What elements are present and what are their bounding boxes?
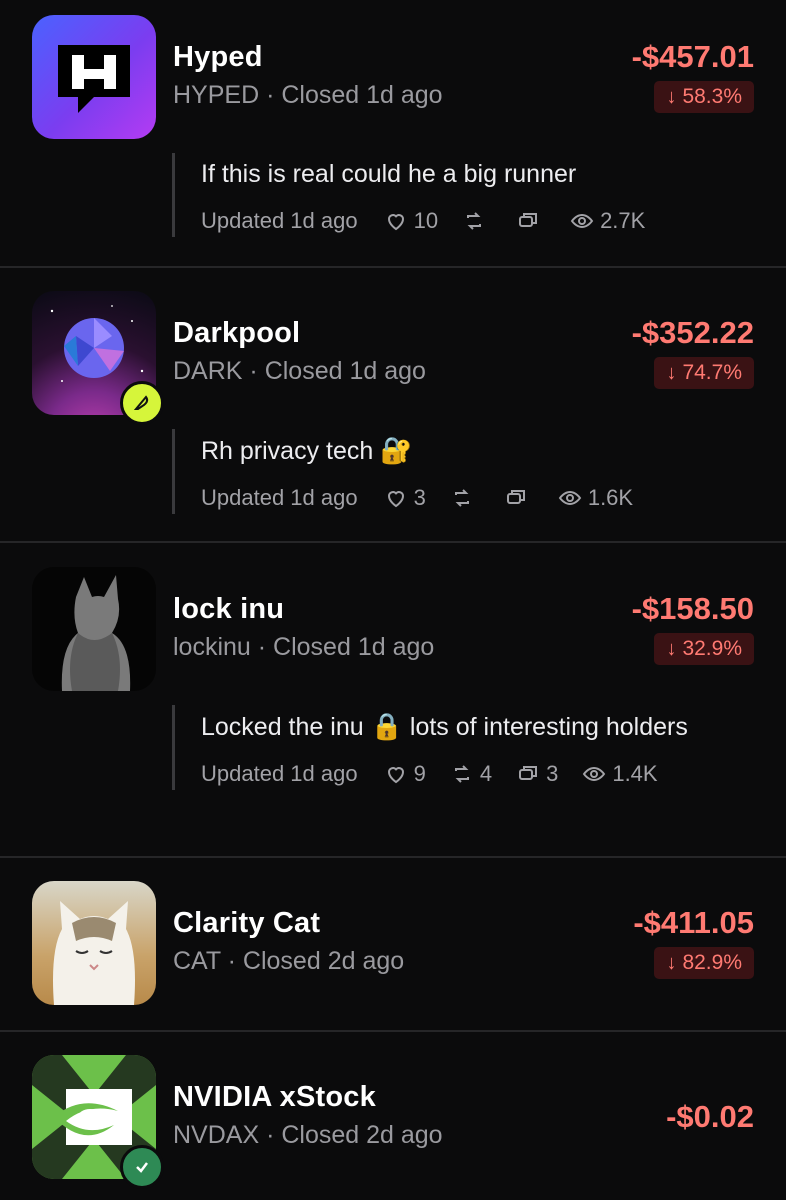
token-name[interactable]: Clarity Cat: [173, 907, 320, 940]
token-subtitle: DARK · Closed 1d ago: [173, 357, 426, 385]
token-subtitle: lockinu · Closed 1d ago: [173, 633, 435, 661]
closed-time: Closed 1d ago: [281, 81, 443, 109]
position-card[interactable]: Darkpool DARK · Closed 1d ago -$352.22 ↓…: [0, 291, 786, 514]
reply-button[interactable]: [504, 486, 534, 510]
closed-time: Closed 2d ago: [281, 1121, 443, 1149]
divider: [0, 1030, 786, 1032]
repost-button[interactable]: [450, 486, 480, 510]
reply-count: 3: [546, 761, 559, 786]
lock-key-emoji: 🔐: [380, 435, 413, 465]
comment-text: Rh privacy tech: [201, 437, 374, 465]
divider: [0, 266, 786, 268]
verified-badge-icon: [120, 1145, 164, 1189]
change-value: 82.9%: [682, 951, 742, 974]
view-count: 1.4K: [612, 761, 658, 786]
token-subtitle: NVDAX · Closed 2d ago: [173, 1121, 443, 1149]
eye-icon: [583, 766, 606, 782]
ticker: NVDAX: [173, 1121, 260, 1149]
comment-block: Locked the inu 🔒 lots of interesting hol…: [172, 705, 721, 790]
like-button[interactable]: 3: [384, 485, 426, 511]
heart-icon: [387, 767, 404, 784]
closed-time: Closed 2d ago: [242, 947, 405, 975]
position-card[interactable]: Clarity Cat CAT · Closed 2d ago -$411.05…: [0, 881, 786, 1007]
updated-time: Updated 1d ago: [201, 208, 358, 233]
pnl-value: -$411.05: [633, 905, 754, 940]
comment-text: Locked the inu: [201, 713, 364, 741]
divider: [0, 541, 786, 543]
reply-button[interactable]: [516, 209, 546, 233]
change-badge: ↓ 82.9%: [654, 947, 754, 979]
like-button[interactable]: 10: [384, 208, 438, 234]
token-subtitle: HYPED · Closed 1d ago: [173, 81, 443, 109]
comment-block: Rh privacy tech 🔐 Updated 1d ago 3 1.6K: [172, 429, 721, 514]
lock-emoji: 🔒: [370, 711, 403, 741]
position-card[interactable]: NVIDIA xStock NVDAX · Closed 2d ago -$0.…: [0, 1055, 786, 1189]
comment-text: If this is real could he a big runner: [201, 160, 577, 188]
repost-icon: [454, 765, 469, 783]
heart-icon: [387, 214, 404, 231]
updated-time: Updated 1d ago: [201, 485, 358, 510]
repost-icon: [467, 212, 482, 230]
token-name[interactable]: NVIDIA xStock: [173, 1081, 376, 1114]
views-stat: 1.6K: [558, 485, 633, 511]
view-count: 2.7K: [600, 208, 646, 233]
divider: [0, 856, 786, 858]
reply-button[interactable]: 3: [516, 761, 558, 787]
change-badge: ↓ 32.9%: [654, 633, 754, 665]
comment-text-tail: lots of interesting holders: [409, 713, 688, 741]
arrow-down-icon: ↓: [666, 361, 677, 384]
hyped-logo-avatar[interactable]: [32, 15, 156, 139]
updated-time: Updated 1d ago: [201, 761, 358, 786]
token-name[interactable]: Hyped: [173, 41, 263, 74]
repost-button[interactable]: 4: [450, 761, 492, 787]
change-value: 32.9%: [682, 637, 742, 660]
pnl-value: -$457.01: [631, 39, 754, 74]
reply-icon: [506, 490, 525, 504]
closed-time: Closed 1d ago: [273, 633, 435, 661]
ticker: DARK: [173, 357, 243, 385]
like-count: 3: [413, 485, 426, 510]
comment-block: If this is real could he a big runner Up…: [172, 153, 721, 237]
arrow-down-icon: ↓: [666, 85, 677, 108]
feather-badge-icon: [120, 381, 164, 425]
change-value: 74.7%: [682, 361, 742, 384]
ticker: lockinu: [173, 633, 251, 661]
pnl-value: -$158.50: [631, 591, 754, 626]
eye-icon: [558, 490, 582, 506]
views-stat: 2.7K: [570, 208, 645, 234]
eye-icon: [570, 213, 594, 229]
token-name[interactable]: lock inu: [173, 593, 284, 626]
arrow-down-icon: ↓: [666, 637, 677, 660]
token-name[interactable]: Darkpool: [173, 317, 300, 350]
change-badge: ↓ 58.3%: [654, 81, 754, 113]
repost-icon: [454, 489, 469, 507]
token-subtitle: CAT · Closed 2d ago: [173, 947, 405, 975]
repost-count: 4: [479, 761, 493, 786]
repost-button[interactable]: [462, 209, 492, 233]
view-count: 1.6K: [587, 485, 634, 510]
position-card[interactable]: lock inu lockinu · Closed 1d ago -$158.5…: [0, 567, 786, 790]
like-button[interactable]: 9: [384, 761, 426, 787]
reply-icon: [519, 766, 538, 780]
like-count: 9: [413, 761, 426, 786]
closed-time: Closed 1d ago: [264, 357, 426, 385]
heart-icon: [387, 491, 404, 508]
pnl-value: -$0.02: [666, 1099, 754, 1134]
ticker: CAT: [173, 947, 221, 975]
ticker: HYPED: [173, 81, 260, 109]
change-badge: ↓ 74.7%: [654, 357, 754, 389]
positions-feed: Hyped HYPED · Closed 1d ago -$457.01 ↓ 58…: [0, 0, 786, 1200]
position-card[interactable]: Hyped HYPED · Closed 1d ago -$457.01 ↓ 58…: [0, 15, 786, 237]
lock-inu-avatar[interactable]: [32, 567, 156, 691]
like-count: 10: [413, 208, 439, 233]
pnl-value: -$352.22: [631, 315, 754, 350]
arrow-down-icon: ↓: [666, 951, 677, 974]
reply-icon: [519, 213, 538, 227]
clarity-cat-avatar[interactable]: [32, 881, 156, 1005]
views-stat: 1.4K: [582, 761, 658, 787]
change-value: 58.3%: [682, 85, 742, 108]
